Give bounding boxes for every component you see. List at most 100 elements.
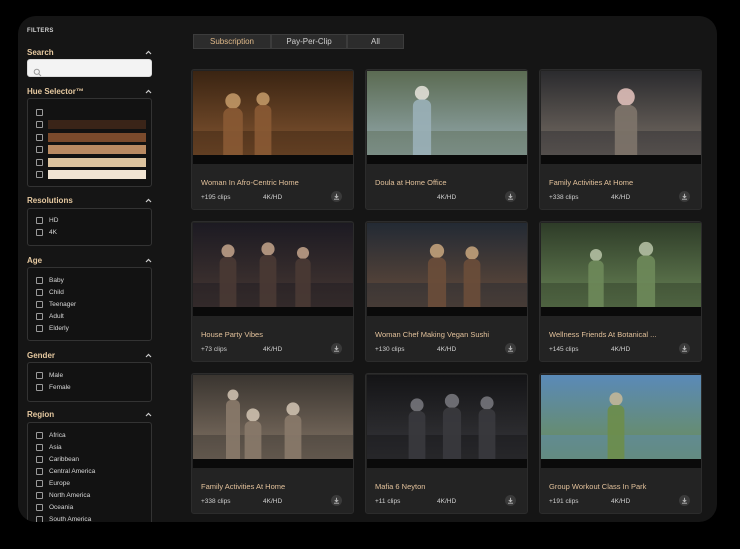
clip-card[interactable]: House Party Vibes +73 clips 4K/HD [191,221,354,362]
checkbox[interactable] [36,443,43,451]
clip-title[interactable]: Woman Chef Making Vegan Sushi [375,330,520,339]
checkbox[interactable] [36,515,43,522]
hue-swatch[interactable] [48,107,146,117]
region-section-header[interactable]: Region [27,409,152,419]
clip-title[interactable]: Group Workout Class In Park [549,482,694,491]
clip-thumbnail[interactable] [367,223,527,316]
tab-pay-per-clip[interactable]: Pay-Per-Clip [271,34,347,49]
download-icon[interactable] [505,495,516,506]
checkbox[interactable] [36,312,43,320]
age-option-child[interactable]: Child [36,287,64,297]
checkbox[interactable] [36,121,43,128]
resolutions-option-4k[interactable]: 4K [36,227,57,237]
hue-option-2[interactable] [36,132,146,142]
download-icon[interactable] [505,343,516,354]
chevron-up-icon[interactable] [144,196,152,204]
clip-thumbnail[interactable] [541,375,701,468]
region-option-north-america[interactable]: North America [36,490,90,500]
hue-swatch[interactable] [48,120,146,129]
age-section-header[interactable]: Age [27,255,152,265]
age-option-elderly[interactable]: Elderly [36,323,69,333]
clip-title[interactable]: Wellness Friends At Botanical ... [549,330,694,339]
tab-all[interactable]: All [347,34,404,49]
clip-thumbnail[interactable] [541,71,701,164]
clip-title[interactable]: Family Activities At Home [549,178,694,187]
chevron-up-icon[interactable] [144,410,152,418]
hue-option-4[interactable] [36,157,146,167]
download-icon[interactable] [679,495,690,506]
checkbox[interactable] [36,133,43,141]
region-option-asia[interactable]: Asia [36,442,62,452]
chevron-up-icon[interactable] [144,256,152,264]
checkbox[interactable] [36,371,43,379]
checkbox[interactable] [36,146,43,153]
checkbox[interactable] [36,491,43,499]
checkbox[interactable] [36,288,43,296]
checkbox[interactable] [36,324,43,332]
hue-swatch[interactable] [48,157,146,167]
checkbox[interactable] [36,383,43,391]
download-icon[interactable] [331,343,342,354]
download-icon[interactable] [331,191,342,202]
download-icon[interactable] [679,343,690,354]
hue-swatch[interactable] [48,145,146,154]
checkbox[interactable] [36,479,43,487]
region-option-south-america[interactable]: South America [36,514,91,522]
download-icon[interactable] [331,495,342,506]
clip-thumbnail[interactable] [367,375,527,468]
download-icon[interactable] [505,191,516,202]
resolutions-section-header[interactable]: Resolutions [27,195,152,205]
region-option-caribbean[interactable]: Caribbean [36,454,79,464]
checkbox[interactable] [36,503,43,511]
search-section-header[interactable]: Search [27,47,152,57]
search-field[interactable] [27,59,152,77]
chevron-up-icon[interactable] [144,87,152,95]
clip-title[interactable]: Doula at Home Office [375,178,520,187]
checkbox[interactable] [36,228,43,236]
hue-swatch[interactable] [48,170,146,179]
clip-card[interactable]: Family Activities At Home +338 clips 4K/HD [191,373,354,514]
search-input[interactable] [44,62,148,75]
gender-option-female[interactable]: Female [36,382,71,392]
clip-card[interactable]: Family Activities At Home +338 clips 4K/HD [539,69,702,210]
clip-thumbnail[interactable] [193,71,353,164]
hue-option-3[interactable] [36,145,146,155]
checkbox[interactable] [36,108,43,116]
resolutions-option-hd[interactable]: HD [36,215,58,225]
region-option-central-america[interactable]: Central America [36,466,95,476]
hue-swatch[interactable] [48,132,146,142]
clip-thumbnail[interactable] [193,375,353,468]
clip-card[interactable]: Wellness Friends At Botanical ... +145 cl… [539,221,702,362]
region-option-oceania[interactable]: Oceania [36,502,73,512]
region-option-africa[interactable]: Africa [36,430,66,440]
checkbox[interactable] [36,467,43,475]
clip-title[interactable]: Woman In Afro-Centric Home [201,178,346,187]
chevron-up-icon[interactable] [144,48,152,56]
clip-card[interactable]: Doula at Home Office 4K/HD [365,69,528,210]
clip-thumbnail[interactable] [367,71,527,164]
chevron-up-icon[interactable] [144,351,152,359]
clip-card[interactable]: Woman Chef Making Vegan Sushi +130 clips 4… [365,221,528,362]
download-icon[interactable] [679,191,690,202]
gender-option-male[interactable]: Male [36,370,63,380]
clip-thumbnail[interactable] [193,223,353,316]
clip-card[interactable]: Mafia 6 Neyton +11 clips 4K/HD [365,373,528,514]
age-option-adult[interactable]: Adult [36,311,64,321]
checkbox[interactable] [36,455,43,463]
checkbox[interactable] [36,171,43,178]
checkbox[interactable] [36,158,43,166]
clip-title[interactable]: House Party Vibes [201,330,346,339]
checkbox[interactable] [36,276,43,284]
clip-card[interactable]: Group Workout Class In Park +191 clips 4K/… [539,373,702,514]
hue-option-1[interactable] [36,120,146,130]
clip-thumbnail[interactable] [541,223,701,316]
hue-option-0[interactable] [36,107,146,117]
hue-option-5[interactable] [36,170,146,180]
age-option-baby[interactable]: Baby [36,275,64,285]
checkbox[interactable] [36,300,43,308]
checkbox[interactable] [36,216,43,224]
clip-title[interactable]: Family Activities At Home [201,482,346,491]
gender-section-header[interactable]: Gender [27,350,152,360]
region-option-europe[interactable]: Europe [36,478,70,488]
clip-title[interactable]: Mafia 6 Neyton [375,482,520,491]
